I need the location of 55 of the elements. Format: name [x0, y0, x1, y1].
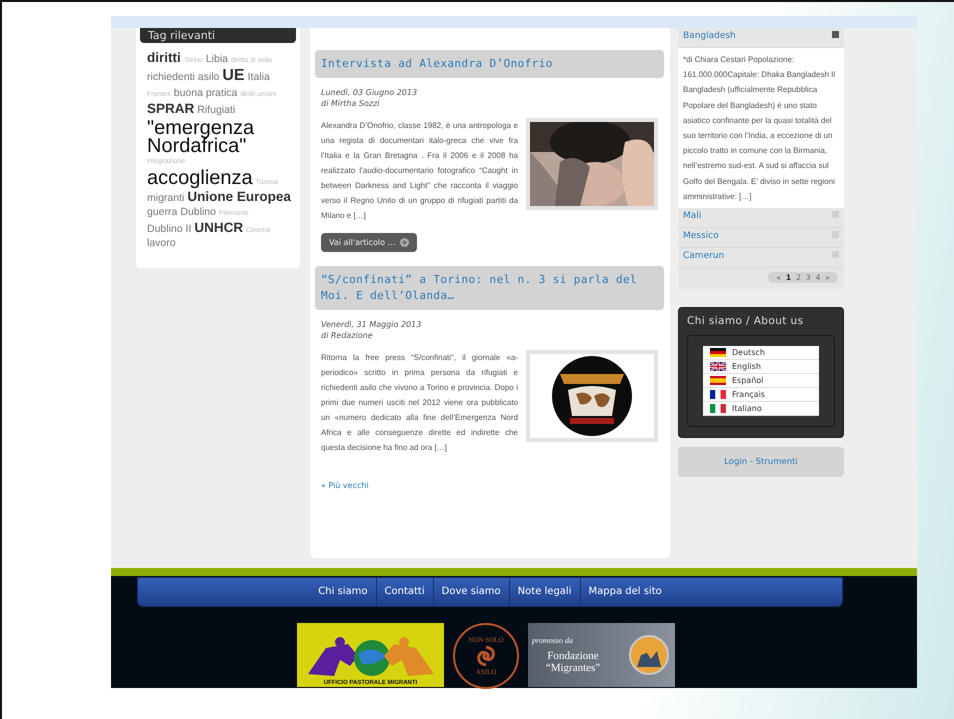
footer-nav-link[interactable]: Contatti — [376, 578, 434, 606]
sponsor-banner[interactable]: promosso da Fondazione “Migrantes” — [528, 623, 675, 687]
banner-title: Fondazione “Migrantes” — [544, 650, 602, 674]
tag-link[interactable]: UNHCR — [194, 220, 244, 235]
tag-link[interactable]: "emergenza Nordafrica" — [147, 119, 292, 156]
language-link[interactable]: English — [703, 360, 819, 374]
tag-link[interactable]: guerra — [147, 206, 178, 218]
tag-link[interactable]: migranti — [147, 192, 184, 204]
spiral-icon — [475, 645, 497, 667]
article-date: Venerdì, 31 Maggio 2013 — [321, 319, 422, 330]
login-link[interactable]: Login - Strumenti — [724, 457, 798, 468]
article-date: Lunedì, 03 Giugno 2013 — [321, 87, 418, 98]
tag-link[interactable]: lavoro — [147, 238, 176, 249]
article-title[interactable]: “S/confinati” a Torino: nel n. 3 si parla del Moi. E dell’Olanda… — [315, 266, 664, 310]
article-title[interactable]: Intervista ad Alexandra D’Onofrio — [315, 50, 664, 78]
article-author: di Redazione — [321, 330, 374, 341]
accordion-header[interactable]: Camerun — [678, 248, 844, 268]
tag-link[interactable]: Unione Europea — [187, 190, 291, 204]
footer-nav-link[interactable]: Mappa del sito — [580, 578, 670, 606]
tag-link[interactable]: Rifugiati — [197, 104, 236, 116]
tag-link[interactable]: buona pratica — [174, 88, 238, 99]
tag-link[interactable]: SPRAR — [147, 102, 194, 116]
flag-icon — [710, 362, 726, 372]
language-link[interactable]: Italiano — [703, 402, 819, 416]
plus-icon — [400, 238, 409, 247]
sidebar-heading: Tag rilevanti — [140, 28, 296, 43]
flag-icon — [710, 376, 726, 386]
article-excerpt: Ritorna la free press “S/confinati”, il giornale «a-periodico» scritto in prima persona da rifugiati e richiedenti asilo che vivono a Torino e provincia. Dopo i primi due numeri usciti nel 2012 viene ora pubblicato un «numero dedicato alla fine dell’Emergenza Nord Africa e alle conseguenze dirette ed indirette che questa decisione ha fino ad ora […] — [321, 352, 518, 454]
accordion-header[interactable]: Mali — [678, 208, 844, 228]
footer-nav-link[interactable]: Dove siamo — [434, 578, 510, 606]
banner-caption: promosso da — [532, 636, 574, 645]
travelers-emblem-icon — [629, 635, 669, 675]
tag-link[interactable]: Libia — [206, 54, 228, 66]
flag-icon — [710, 390, 726, 400]
read-more-button[interactable]: Vai all'articolo … — [321, 233, 417, 252]
article-author: di Mirtha Sozzi — [321, 98, 381, 109]
footer-nav-link[interactable]: Note legali — [510, 578, 580, 606]
footer-nav-link[interactable]: Chi siamo — [310, 578, 377, 606]
panel-title: Chi siamo / About us — [687, 315, 804, 328]
article-excerpt: Alexandra D’Onofrio, classe 1982, è una antropologa e una regista di documentari italo-greca che vive fra l’Italia e la Gran Bretagna . Fra il 2006 e il 2008 ha realizzato l’audio-documentario fotografico “Caught in between Darkness and Light” che racconta il viaggio verso il Regno Unito di un gruppo di rifugiati partiti da Milano e […] — [321, 120, 518, 222]
language-link[interactable]: Español — [703, 374, 819, 388]
tag-link[interactable]: Italia — [248, 72, 270, 84]
tag-link[interactable]: Dublino II — [147, 224, 192, 235]
tag-link[interactable]: Dublino — [180, 206, 216, 218]
tag-link[interactable]: UE — [222, 68, 245, 85]
flag-icon — [710, 404, 726, 414]
flag-icon — [710, 348, 726, 358]
tag-link[interactable]: accoglienza — [147, 168, 253, 186]
older-posts-link[interactable]: « Più vecchi — [321, 481, 664, 490]
language-link[interactable]: Deutsch — [703, 346, 819, 360]
accordion-header[interactable]: Messico — [678, 228, 844, 248]
language-link[interactable]: Français — [703, 388, 819, 402]
tag-link[interactable]: diritti — [147, 51, 181, 66]
tag-link[interactable]: richiedenti asilo — [147, 72, 220, 84]
country-summary: *di Chiara Cestari Popolazione: 161.000.000Capitale: Dhaka Bangladesh Il Bangladesh (ufficialmente Repubblica Popolare del Bangladesh) è uno stato asiatico confinante per la quasi totalità del suo territorio con l’India, a eccezione di un piccolo tratto in comune con la Birmania, nell’estremo sud-est. A sud si affaccia sul Golfo del Bengala. E’ diviso in sette regioni amministrative: […] — [678, 48, 844, 208]
